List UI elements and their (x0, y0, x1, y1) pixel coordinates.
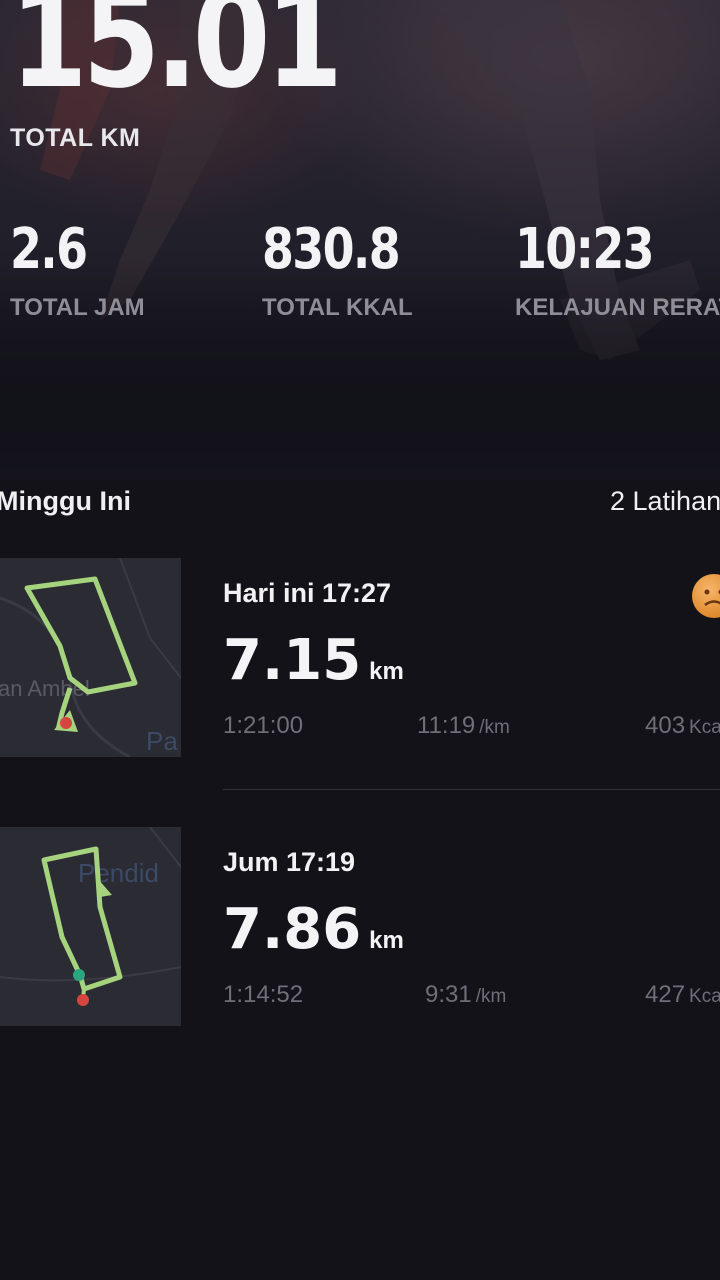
activity-calories: 403Kcal (645, 712, 720, 740)
activity-duration: 1:14:52 (223, 981, 304, 1008)
stat-label: TOTAL KKAL (262, 294, 413, 321)
stat-value: 830.8 (262, 217, 401, 282)
week-title: Minggu Ini (0, 486, 131, 516)
pace-value: 11:19 (417, 712, 476, 739)
week-workout-count[interactable]: 2 Latihan (610, 486, 720, 517)
card-divider (223, 789, 720, 790)
activity-distance: 7.15 km (223, 633, 404, 689)
route-map: an Ambel Pa (0, 558, 181, 757)
distance-value: 7.86 (223, 897, 362, 962)
calories-unit: Kcal (689, 717, 720, 738)
route-map-thumbnail[interactable]: Pendid (0, 827, 181, 1026)
map-label: Pa (146, 726, 178, 756)
total-km-label: TOTAL KM (10, 124, 141, 152)
activity-pace: 9:31/km (425, 981, 506, 1009)
stat-value: 10:23 (515, 217, 655, 282)
activity-calories: 427Kcal (645, 981, 720, 1009)
calories-value: 403 (645, 712, 686, 739)
stat-value: 2.6 (10, 217, 88, 282)
pace-value: 9:31 (425, 981, 472, 1008)
stat-average-pace: 10:23 KELAJUAN RERATA (515, 222, 720, 322)
map-label: Pendid (78, 858, 159, 888)
distance-unit: km (369, 927, 404, 954)
activity-pace: 11:19/km (417, 712, 510, 740)
activity-duration: 1:21:00 (223, 712, 304, 739)
calories-value: 427 (645, 981, 686, 1008)
activity-date: Hari ini 17:27 (223, 578, 392, 608)
calories-unit: Kcal (689, 986, 720, 1007)
distance-unit: km (369, 658, 404, 685)
distance-value: 7.15 (223, 628, 362, 693)
route-map: Pendid (0, 827, 181, 1006)
summary-hero: 15.01 TOTAL KM 2.6 TOTAL JAM 830.8 TOTAL… (0, 0, 720, 480)
sad-face-icon[interactable] (692, 574, 720, 618)
stat-total-kcal: 830.8 TOTAL KKAL (262, 222, 429, 322)
total-km-value: 15.01 (10, 0, 343, 119)
pace-unit: /km (479, 717, 510, 738)
pace-unit: /km (475, 986, 507, 1007)
activity-date: Jum 17:19 (223, 847, 356, 877)
stat-label: KELAJUAN RERATA (515, 294, 720, 321)
route-map-thumbnail[interactable]: an Ambel Pa (0, 558, 181, 757)
activity-distance: 7.86 km (223, 902, 404, 958)
stat-total-hours: 2.6 TOTAL JAM (10, 222, 145, 322)
stat-label: TOTAL JAM (10, 294, 145, 321)
